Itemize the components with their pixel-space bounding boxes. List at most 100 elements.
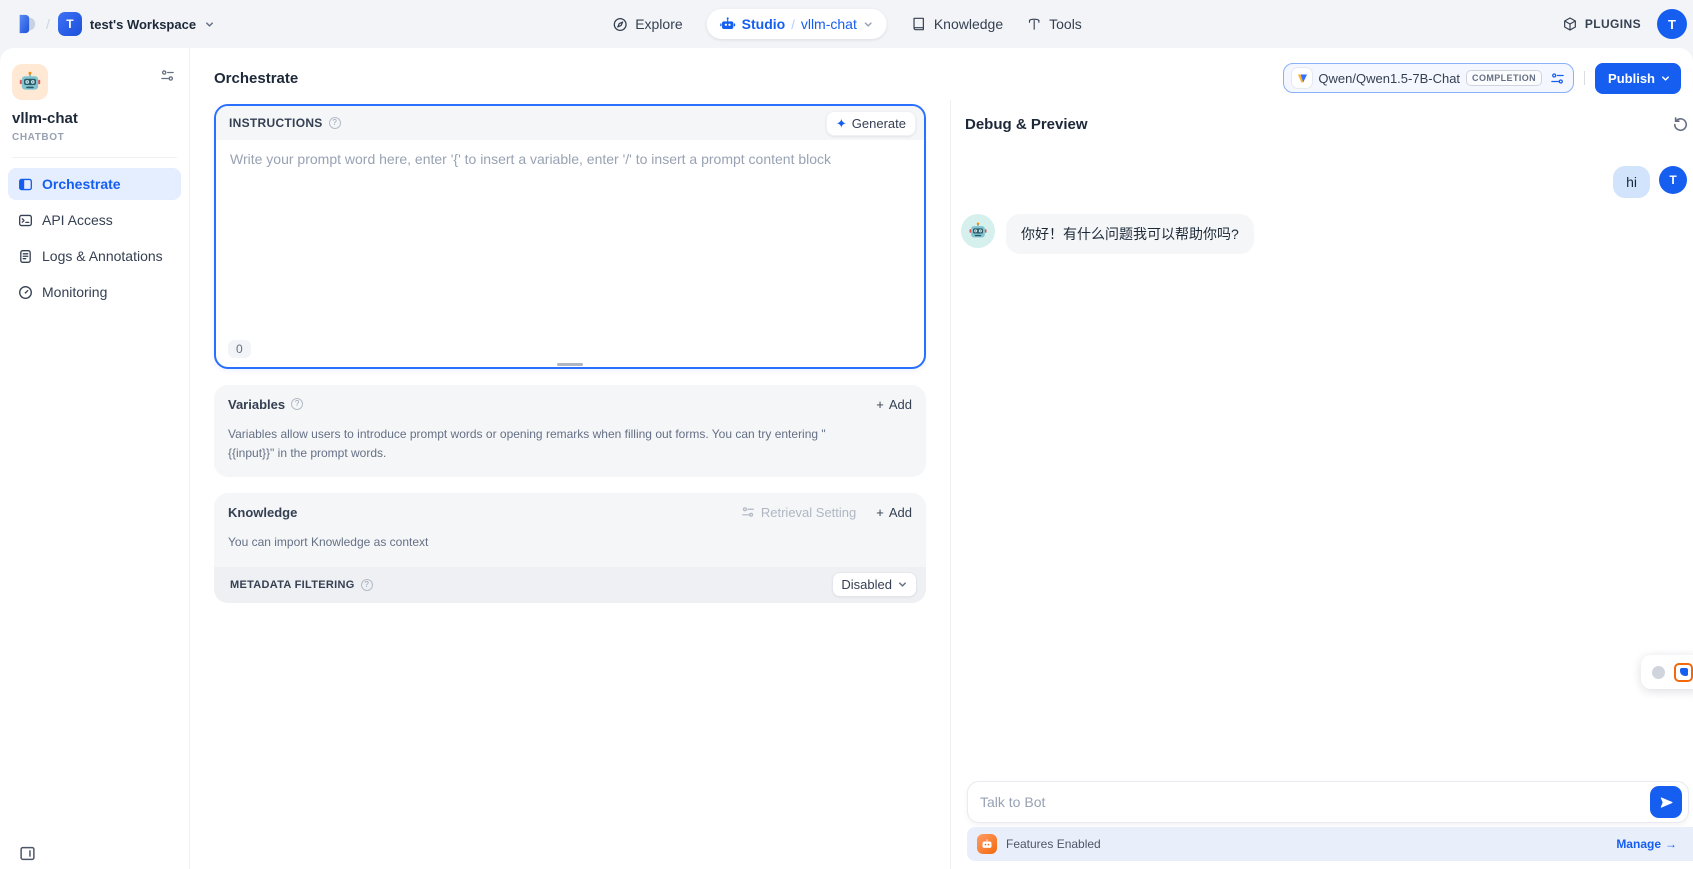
retrieval-setting-button[interactable]: Retrieval Setting bbox=[741, 505, 856, 520]
sidebar-item-monitoring[interactable]: Monitoring bbox=[8, 276, 181, 308]
model-mode-badge: COMPLETION bbox=[1466, 70, 1542, 86]
monitoring-gauge-icon bbox=[18, 285, 33, 300]
add-label: Add bbox=[889, 505, 912, 520]
chevron-down-icon bbox=[1660, 73, 1671, 84]
retrieval-setting-label: Retrieval Setting bbox=[761, 505, 856, 520]
model-name: Qwen/Qwen1.5-7B-Chat bbox=[1318, 71, 1460, 86]
knowledge-section: Knowledge Retrieval Setting + Add bbox=[214, 493, 926, 602]
orchestrate-icon bbox=[18, 177, 33, 192]
plugins-button[interactable]: PLUGINS bbox=[1562, 16, 1641, 32]
help-icon[interactable] bbox=[329, 117, 341, 129]
page-header: Orchestrate Qwen/Qwen1.5-7B-Chat COMPLET… bbox=[190, 48, 1693, 100]
sidebar-item-orchestrate[interactable]: Orchestrate bbox=[8, 168, 181, 200]
manage-features-link[interactable]: Manage → bbox=[1616, 837, 1677, 851]
features-bar: Features Enabled Manage → bbox=[967, 827, 1693, 861]
features-enabled-label: Features Enabled bbox=[1006, 837, 1101, 851]
add-knowledge-button[interactable]: + Add bbox=[876, 505, 912, 520]
chat-message-user: hi T bbox=[961, 166, 1687, 198]
manage-label: Manage bbox=[1616, 837, 1661, 851]
publish-label: Publish bbox=[1608, 71, 1655, 86]
publish-button[interactable]: Publish bbox=[1595, 63, 1681, 94]
knowledge-title: Knowledge bbox=[228, 505, 297, 520]
chat-history: hi T 你好！有什么问题我可以帮助你吗? bbox=[951, 146, 1693, 769]
nav-knowledge[interactable]: Knowledge bbox=[911, 16, 1003, 32]
add-label: Add bbox=[889, 397, 912, 412]
pill-separator: / bbox=[791, 17, 795, 32]
dify-helper-logo-icon bbox=[1674, 663, 1693, 682]
vllm-icon bbox=[1292, 68, 1312, 88]
generate-button[interactable]: ✦ Generate bbox=[826, 111, 916, 136]
nav-studio-label: Studio bbox=[742, 16, 786, 32]
app-name: vllm-chat bbox=[12, 110, 177, 127]
sparkle-icon: ✦ bbox=[836, 117, 847, 130]
workspace-switcher[interactable]: / T test's Workspace bbox=[16, 12, 215, 36]
book-icon bbox=[911, 16, 927, 32]
workspace-badge: T bbox=[58, 12, 82, 36]
chevron-down-icon bbox=[204, 19, 215, 30]
send-icon bbox=[1659, 795, 1674, 810]
nav-current-app: vllm-chat bbox=[801, 16, 857, 32]
model-selector[interactable]: Qwen/Qwen1.5-7B-Chat COMPLETION bbox=[1283, 63, 1574, 93]
main-nav: Explore Studio / vllm-chat Knowledge Too… bbox=[611, 0, 1082, 48]
resize-handle[interactable] bbox=[557, 363, 583, 366]
debug-preview-panel: Debug & Preview hi T 你好！有什么问题我可以帮助你吗 bbox=[951, 100, 1693, 869]
collapse-sidebar-icon[interactable] bbox=[19, 845, 36, 862]
sidebar-item-label: Monitoring bbox=[42, 284, 107, 300]
drag-dot-icon bbox=[1652, 666, 1665, 679]
send-button[interactable] bbox=[1650, 786, 1682, 818]
knowledge-description: You can import Knowledge as context bbox=[214, 531, 874, 566]
orchestrate-config-panel: INSTRUCTIONS ✦ Generate 0 bbox=[190, 100, 951, 869]
explore-compass-icon bbox=[611, 16, 628, 33]
plugins-label: PLUGINS bbox=[1585, 17, 1641, 31]
features-robot-icon bbox=[977, 834, 997, 854]
instructions-panel: INSTRUCTIONS ✦ Generate 0 bbox=[214, 104, 926, 369]
chat-input-bar bbox=[967, 781, 1689, 823]
app-settings-icon[interactable] bbox=[160, 68, 175, 83]
sidebar-item-logs-annotations[interactable]: Logs & Annotations bbox=[8, 240, 181, 272]
workspace-name: test's Workspace bbox=[90, 17, 196, 32]
prompt-editor[interactable] bbox=[216, 140, 924, 325]
floating-helper-widget[interactable] bbox=[1641, 655, 1693, 689]
hammer-icon bbox=[1027, 17, 1042, 32]
instructions-title: INSTRUCTIONS bbox=[229, 116, 323, 130]
user-message-bubble: hi bbox=[1613, 166, 1650, 198]
model-tune-icon bbox=[1550, 71, 1565, 86]
sidebar-item-label: API Access bbox=[42, 212, 113, 228]
metadata-filtering-select[interactable]: Disabled bbox=[832, 572, 917, 597]
sidebar-divider bbox=[12, 157, 177, 158]
chat-message-assistant: 你好！有什么问题我可以帮助你吗? bbox=[961, 214, 1687, 254]
chat-input[interactable] bbox=[980, 794, 1650, 810]
logs-icon bbox=[18, 249, 33, 264]
sidebar-item-label: Orchestrate bbox=[42, 176, 121, 192]
nav-explore[interactable]: Explore bbox=[611, 16, 682, 33]
robot-emoji-icon bbox=[968, 221, 988, 241]
plugin-box-icon bbox=[1562, 16, 1578, 32]
help-icon[interactable] bbox=[361, 579, 373, 591]
nav-tools-label: Tools bbox=[1049, 16, 1082, 32]
robot-emoji-icon bbox=[18, 70, 42, 94]
metadata-filtering-value: Disabled bbox=[841, 577, 892, 592]
add-variable-button[interactable]: + Add bbox=[876, 397, 912, 412]
nav-tools[interactable]: Tools bbox=[1027, 16, 1082, 32]
nav-studio-active-pill[interactable]: Studio / vllm-chat bbox=[707, 9, 887, 39]
plus-icon: + bbox=[876, 505, 884, 520]
retrieval-sliders-icon bbox=[741, 505, 755, 519]
help-icon[interactable] bbox=[291, 398, 303, 410]
sidebar-item-label: Logs & Annotations bbox=[42, 248, 163, 264]
chevron-down-icon bbox=[897, 579, 908, 590]
metadata-filtering-label: METADATA FILTERING bbox=[230, 579, 355, 591]
api-access-icon bbox=[18, 213, 33, 228]
restart-conversation-icon[interactable] bbox=[1672, 116, 1689, 133]
nav-explore-label: Explore bbox=[635, 16, 682, 32]
top-navigation-bar: / T test's Workspace Explore Studio / vl… bbox=[0, 0, 1693, 48]
app-icon[interactable] bbox=[12, 64, 48, 100]
dify-logo bbox=[16, 13, 38, 35]
sidebar-item-api-access[interactable]: API Access bbox=[8, 204, 181, 236]
arrow-right-icon: → bbox=[1665, 837, 1677, 851]
app-type-label: CHATBOT bbox=[12, 132, 177, 143]
robot-icon bbox=[720, 16, 736, 32]
user-chat-avatar: T bbox=[1659, 166, 1687, 194]
user-avatar[interactable]: T bbox=[1657, 9, 1687, 39]
metadata-filtering-row: METADATA FILTERING Disabled bbox=[214, 567, 926, 603]
assistant-message-bubble: 你好！有什么问题我可以帮助你吗? bbox=[1006, 214, 1254, 254]
